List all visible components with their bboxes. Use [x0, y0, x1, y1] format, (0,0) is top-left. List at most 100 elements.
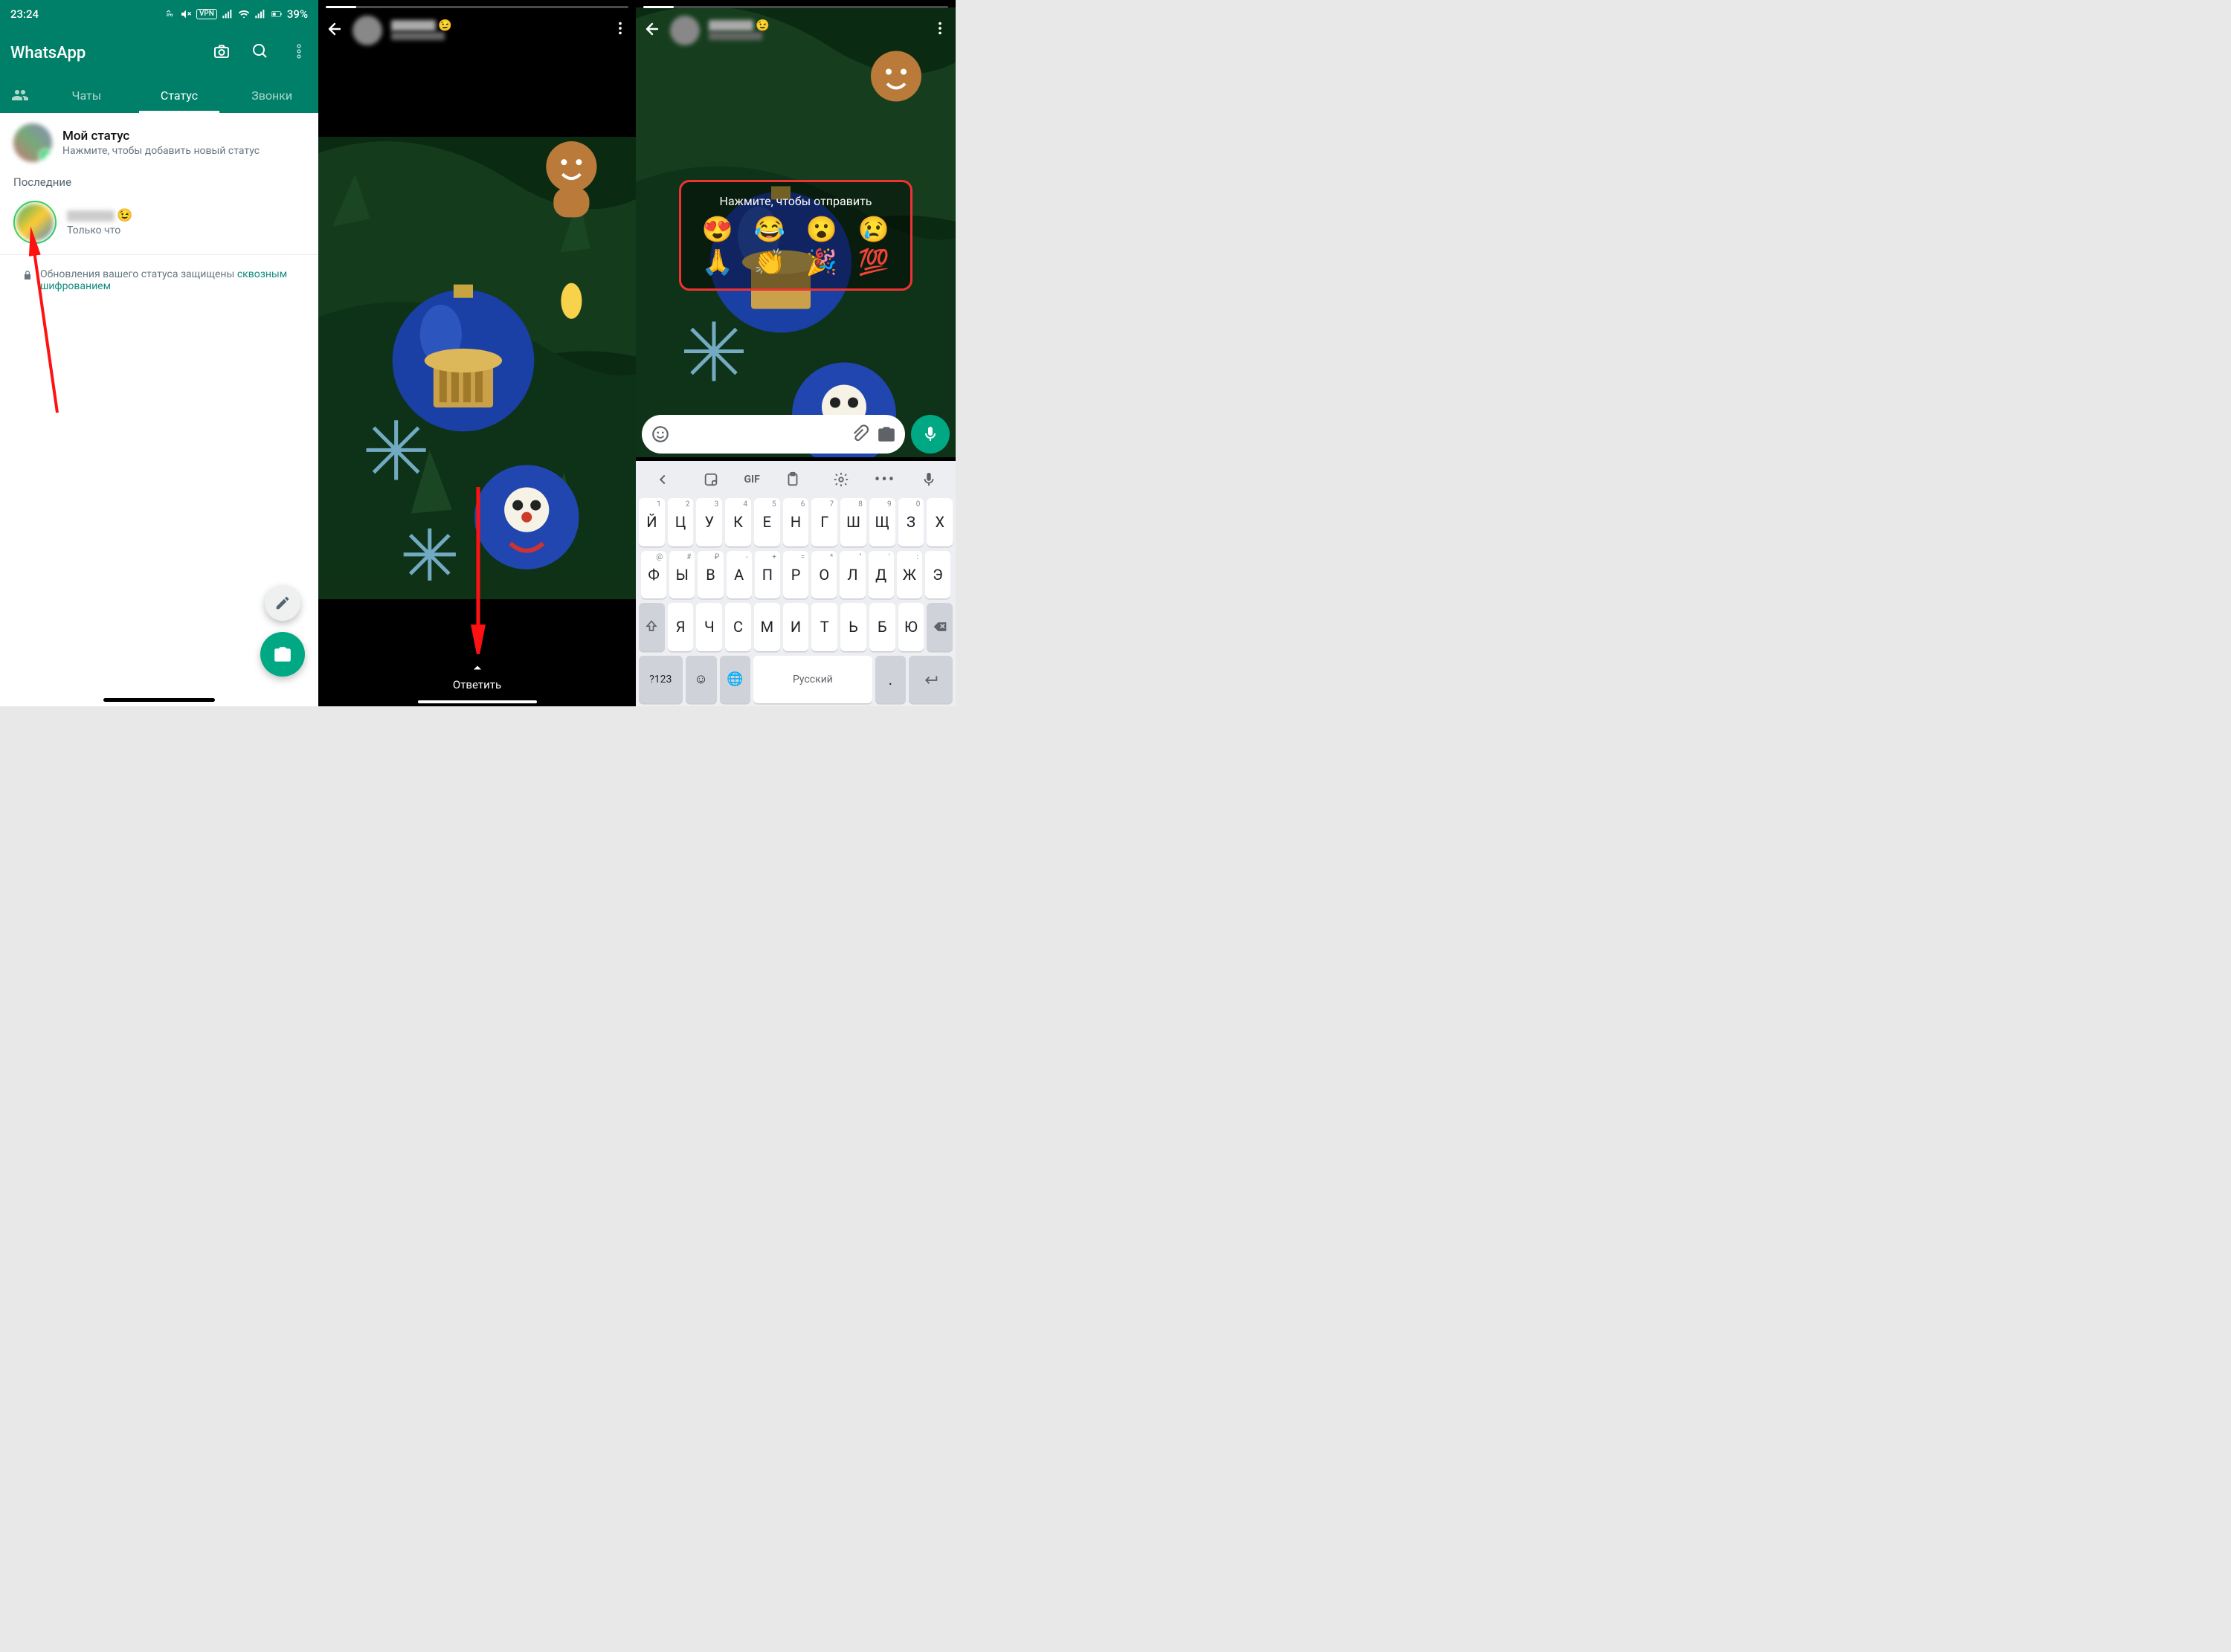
key[interactable]: @Ф: [641, 551, 666, 599]
language-key[interactable]: 🌐: [720, 656, 751, 704]
reaction-emoji[interactable]: 👏: [754, 250, 785, 275]
back-button[interactable]: [643, 20, 661, 41]
more-menu-button[interactable]: [932, 20, 948, 41]
camera-status-button[interactable]: [260, 632, 305, 677]
write-status-button[interactable]: [265, 585, 300, 621]
tab-bar: Чаты Статус Звонки: [0, 77, 318, 113]
tab-chats[interactable]: Чаты: [40, 77, 133, 113]
key[interactable]: 'Д: [869, 551, 894, 599]
key[interactable]: 6Н: [783, 498, 809, 546]
reaction-emoji[interactable]: 😂: [754, 217, 785, 242]
key[interactable]: 8Ш: [840, 498, 866, 546]
reaction-emoji[interactable]: 🎉: [806, 250, 837, 275]
nav-pill: [103, 698, 215, 702]
search-button[interactable]: [251, 42, 269, 63]
more-menu-button[interactable]: [612, 20, 628, 41]
key[interactable]: М: [754, 603, 780, 651]
status-time: Только что: [67, 225, 132, 236]
status-reply-screen: 😉: [636, 0, 956, 706]
more-menu-button[interactable]: [290, 42, 308, 63]
key[interactable]: 1Й: [639, 498, 665, 546]
reaction-row-2: 🙏 👏 🎉 💯: [692, 250, 900, 275]
shift-key[interactable]: [639, 603, 665, 651]
kbd-back-icon[interactable]: [648, 471, 677, 488]
settings-icon[interactable]: [826, 471, 856, 488]
reaction-emoji[interactable]: 😍: [702, 217, 733, 242]
reaction-emoji[interactable]: 🙏: [702, 250, 733, 275]
my-status-row[interactable]: + Мой статус Нажмите, чтобы добавить нов…: [0, 113, 318, 172]
app-title: WhatsApp: [10, 44, 86, 62]
key[interactable]: 2Ц: [668, 498, 694, 546]
keyboard-toolbar: GIF •••: [636, 461, 956, 498]
reaction-emoji[interactable]: 😮: [806, 217, 837, 242]
key[interactable]: Х: [927, 498, 953, 546]
keyboard: GIF ••• 1Й2Ц3У4К5Е6Н7Г8Ш9Щ0ЗХ @Ф#Ы₽В-А+П…: [636, 461, 956, 706]
reply-hint[interactable]: Ответить: [318, 660, 636, 691]
key[interactable]: Б: [869, 603, 895, 651]
recent-status-row[interactable]: 😉 Только что: [0, 196, 318, 254]
key[interactable]: 0З: [898, 498, 924, 546]
voice-message-button[interactable]: [911, 415, 950, 454]
period-key[interactable]: .: [875, 656, 907, 704]
key[interactable]: 9Щ: [869, 498, 895, 546]
mute-icon: [180, 8, 192, 20]
key[interactable]: Ю: [898, 603, 924, 651]
tab-calls[interactable]: Звонки: [225, 77, 318, 113]
key[interactable]: Э: [925, 551, 950, 599]
key[interactable]: +П: [755, 551, 780, 599]
key[interactable]: =Р: [783, 551, 808, 599]
key[interactable]: Т: [811, 603, 837, 651]
enter-key[interactable]: [909, 656, 953, 704]
key[interactable]: :Ж: [897, 551, 922, 599]
my-status-title: Мой статус: [62, 129, 260, 143]
key[interactable]: 5Е: [754, 498, 780, 546]
key[interactable]: "Л: [840, 551, 865, 599]
numeric-key[interactable]: ?123: [639, 656, 683, 704]
back-button[interactable]: [326, 20, 344, 41]
attach-icon[interactable]: [850, 425, 869, 444]
status-view-screen: 😉: [318, 0, 636, 706]
key[interactable]: ₽В: [698, 551, 723, 599]
clipboard-icon[interactable]: [778, 471, 808, 488]
tab-status[interactable]: Статус: [133, 77, 226, 113]
key[interactable]: Я: [668, 603, 694, 651]
key[interactable]: -А: [727, 551, 752, 599]
key[interactable]: 3У: [696, 498, 722, 546]
key[interactable]: 4К: [725, 498, 751, 546]
sticker-icon[interactable]: [696, 471, 726, 488]
key[interactable]: 7Г: [811, 498, 837, 546]
space-key[interactable]: Русский: [753, 656, 872, 704]
recent-section-label: Последние: [0, 172, 318, 196]
key[interactable]: *О: [811, 551, 837, 599]
key[interactable]: И: [783, 603, 809, 651]
status-photo[interactable]: [318, 137, 636, 599]
reaction-emoji[interactable]: 💯: [858, 250, 889, 275]
statusbar-indicators: VPN 39%: [164, 7, 308, 21]
backspace-key[interactable]: [927, 603, 953, 651]
nav-pill: [418, 700, 537, 703]
contact-name: 😉: [709, 19, 770, 42]
camera-button[interactable]: [213, 42, 231, 63]
mic-icon[interactable]: [914, 471, 944, 488]
camera-icon[interactable]: [877, 425, 896, 444]
wifi-icon: [238, 8, 250, 20]
emoji-key[interactable]: ☺: [686, 656, 717, 704]
christmas-tree-image: [318, 137, 636, 599]
avatar: [352, 16, 382, 45]
reaction-emoji[interactable]: 😢: [858, 217, 889, 242]
key[interactable]: #Ы: [669, 551, 695, 599]
key[interactable]: Ь: [840, 603, 866, 651]
gif-button[interactable]: GIF: [744, 474, 759, 485]
message-input[interactable]: [642, 415, 905, 454]
battery-icon: [271, 8, 283, 20]
tab-communities[interactable]: [0, 77, 40, 113]
encryption-notice: Обновления вашего статуса защищены сквоз…: [0, 255, 318, 306]
key[interactable]: Ч: [696, 603, 722, 651]
kbd-more-icon[interactable]: •••: [875, 471, 895, 489]
avatar: [670, 16, 700, 45]
vpn-indicator: VPN: [196, 9, 217, 19]
app-header: WhatsApp: [0, 28, 318, 77]
emoji-icon[interactable]: [651, 425, 670, 444]
status-list-screen: 23:24 VPN 39% WhatsApp Чаты Статус Звонк…: [0, 0, 318, 706]
key[interactable]: С: [725, 603, 751, 651]
